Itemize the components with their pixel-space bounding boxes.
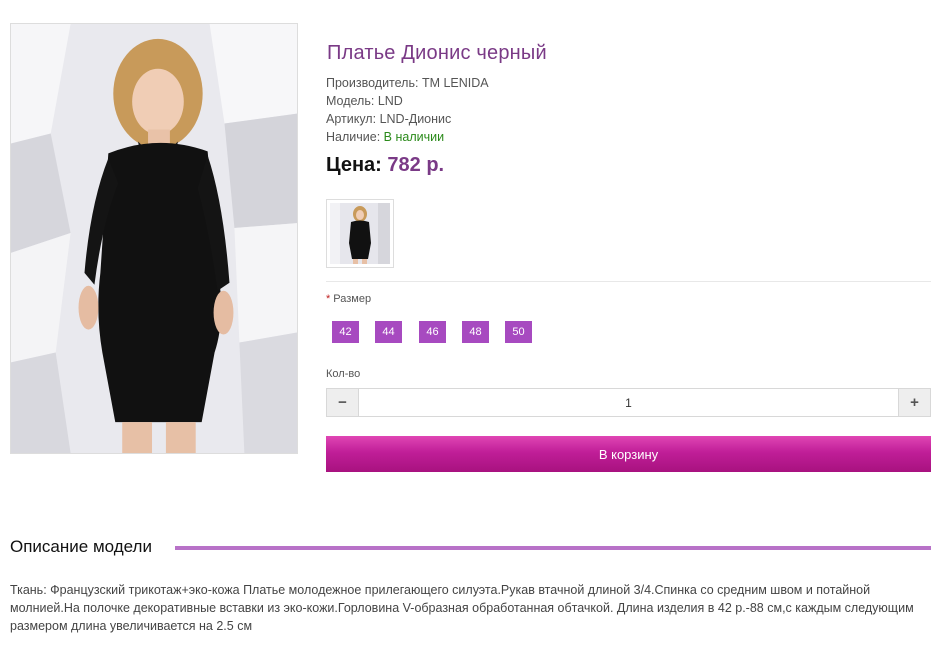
required-mark: *	[326, 293, 331, 305]
quantity-increase-button[interactable]: +	[898, 389, 930, 416]
description-heading: Описание модели	[10, 537, 160, 557]
quantity-input[interactable]	[359, 389, 898, 416]
divider	[326, 281, 931, 282]
quantity-decrease-button[interactable]: −	[327, 389, 359, 416]
product-main-image[interactable]	[10, 23, 298, 454]
size-option-46[interactable]: 46	[419, 321, 446, 343]
size-option-50[interactable]: 50	[505, 321, 532, 343]
product-photo-illustration	[11, 24, 297, 453]
sku-label: Артикул:	[326, 112, 377, 126]
model-value: LND	[377, 94, 403, 108]
model-label: Модель:	[326, 94, 375, 108]
manufacturer-row: Производитель: TM LENIDA	[326, 76, 489, 90]
size-option-42[interactable]: 42	[332, 321, 359, 343]
availability-label: Наличие:	[326, 130, 381, 144]
price-value: 782 р.	[387, 154, 445, 176]
manufacturer-value: TM LENIDA	[421, 76, 489, 90]
product-thumbnail[interactable]	[326, 199, 394, 268]
quantity-stepper: − +	[326, 388, 931, 417]
size-option-48[interactable]: 48	[462, 321, 489, 343]
model-row: Модель: LND	[326, 94, 403, 108]
manufacturer-label: Производитель:	[326, 76, 419, 90]
sku-value: LND-Дионис	[379, 112, 452, 126]
size-option-44[interactable]: 44	[375, 321, 402, 343]
product-title: Платье Дионис черный	[327, 42, 547, 64]
description-text: Ткань: Французский трикотаж+эко-кожа Пла…	[10, 583, 914, 633]
quantity-label: Кол-во	[326, 368, 361, 380]
size-label-text: Размер	[333, 293, 372, 305]
description-heading-rule	[175, 546, 931, 550]
availability-row: Наличие: В наличии	[326, 130, 444, 144]
price-label: Цена:	[326, 154, 382, 176]
price: Цена: 782 р.	[326, 154, 444, 177]
thumbnail-illustration	[330, 203, 390, 264]
size-label: * Размер	[326, 293, 371, 305]
add-to-cart-button[interactable]: В корзину	[326, 436, 931, 472]
sku-row: Артикул: LND-Дионис	[326, 112, 451, 126]
availability-value: В наличии	[383, 130, 445, 144]
